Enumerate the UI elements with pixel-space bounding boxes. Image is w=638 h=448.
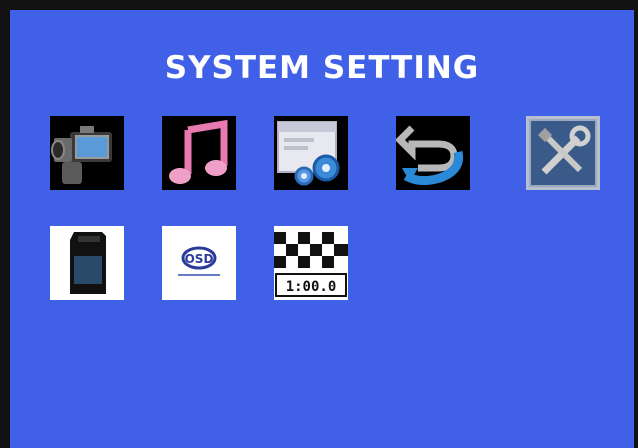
memory-card-button[interactable] — [50, 226, 124, 300]
tools-button[interactable] — [526, 116, 600, 190]
return-button[interactable] — [396, 116, 470, 190]
video-settings-button[interactable] — [50, 116, 124, 190]
checkered-flag-timer-icon: 1:00.0 — [274, 226, 348, 300]
camcorder-icon — [50, 116, 124, 190]
wrench-screwdriver-icon — [526, 116, 600, 190]
window-gears-icon — [274, 116, 348, 190]
timer-button[interactable]: 1:00.0 — [274, 226, 348, 300]
music-settings-button[interactable] — [162, 116, 236, 190]
osd-button[interactable]: OSD — [162, 226, 236, 300]
general-settings-button[interactable] — [274, 116, 348, 190]
music-note-icon — [162, 116, 236, 190]
timer-label: 1:00.0 — [286, 279, 337, 295]
device-screen: SYSTEM SETTING OSD 1:00.0 — [0, 0, 638, 448]
osd-label: OSD — [185, 252, 214, 266]
page-title: SYSTEM SETTING — [164, 50, 480, 86]
osd-icon: OSD — [162, 226, 236, 300]
sd-card-icon — [50, 226, 124, 300]
return-arrow-icon — [396, 116, 470, 190]
